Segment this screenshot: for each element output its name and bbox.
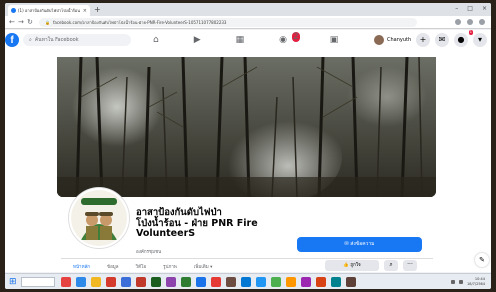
cover-photo[interactable]	[57, 57, 436, 197]
page-search-button[interactable]: ⌕	[384, 260, 398, 271]
tab-home[interactable]: หน้าหลัก	[73, 263, 90, 270]
notification-badge: 1	[468, 30, 473, 35]
tab-title: (1) อาสาป้องกันดับไฟป่าโป่งน้ำร้อน - ฝ่า…	[18, 8, 81, 13]
star-icon[interactable]	[455, 19, 461, 25]
avatar	[374, 35, 384, 45]
taskbar-app-icon[interactable]	[241, 277, 251, 287]
windows-taskbar: ⊞ 10:44 18/7/2564	[5, 273, 491, 289]
url-text: facebook.com/อาสาป้องกันดับไฟป่าโป่งน้ำร…	[52, 20, 227, 25]
search-placeholder: ค้นหาใน Facebook	[34, 37, 79, 43]
facebook-nav: ⌂ ▶ ▦ ◉ 2 ▣	[153, 32, 339, 45]
taskbar-app-icons	[61, 277, 356, 287]
create-icon[interactable]: +	[416, 33, 430, 47]
volunteer-logo-icon	[71, 190, 127, 246]
groups-badge: 2	[292, 32, 300, 42]
taskbar-app-icon[interactable]	[61, 277, 71, 287]
tab-more[interactable]: เพิ่มเติม ▾	[194, 263, 213, 270]
taskbar-app-icon[interactable]	[91, 277, 101, 287]
new-message-icon[interactable]: ✎	[475, 253, 489, 267]
maximize-button[interactable]: □	[467, 5, 473, 12]
taskbar-app-icon[interactable]	[136, 277, 146, 287]
more-options-button[interactable]: ···	[403, 260, 417, 271]
gaming-icon[interactable]: ▣	[330, 35, 339, 45]
page-title-line-1: อาสาป้องกันดับไฟป่า	[136, 207, 222, 218]
send-message-button[interactable]: ✉ ส่งข้อความ	[297, 237, 422, 252]
close-window-button[interactable]: ×	[482, 5, 487, 12]
tab-videos[interactable]: วิดีโอ	[136, 263, 147, 270]
url-field[interactable]: 🔒 facebook.com/อาสาป้องกันดับไฟป่าโป่งน้ำ…	[39, 18, 417, 27]
user-name: Chanyuth	[387, 37, 412, 43]
taskbar-app-icon[interactable]	[121, 277, 131, 287]
tab-close-icon[interactable]: ×	[83, 8, 87, 14]
page-actions: 👍 ถูกใจ ⌕ ···	[325, 260, 417, 271]
screen: (1) อาสาป้องกันดับไฟป่าโป่งน้ำร้อน - ฝ่า…	[5, 3, 491, 289]
taskbar-app-icon[interactable]	[76, 277, 86, 287]
extension-icon[interactable]	[467, 19, 473, 25]
taskbar-app-icon[interactable]	[346, 277, 356, 287]
taskbar-app-icon[interactable]	[316, 277, 326, 287]
profile-icon[interactable]	[479, 19, 485, 25]
browser-extension-icons	[455, 19, 485, 25]
page-title-line-3: VolunteerS	[136, 228, 196, 239]
facebook-favicon-icon	[11, 8, 16, 13]
watch-icon[interactable]: ▶	[194, 35, 201, 45]
window-controls: – □ ×	[455, 5, 487, 12]
browser-tab-strip: (1) อาสาป้องกันดับไฟป่าโป่งน้ำร้อน - ฝ่า…	[5, 3, 491, 16]
header-actions: + ✉ ● 1 ▾	[416, 30, 487, 47]
taskbar-app-icon[interactable]	[181, 277, 191, 287]
search-icon: ⌕	[29, 37, 32, 43]
taskbar-app-icon[interactable]	[196, 277, 206, 287]
taskbar-search[interactable]	[21, 277, 55, 287]
monitor-bezel: (1) อาสาป้องกันดับไฟป่าโป่งน้ำร้อน - ฝ่า…	[0, 0, 496, 292]
windows-start-icon[interactable]: ⊞	[9, 277, 17, 287]
messenger-icon[interactable]: ✉	[435, 33, 449, 47]
notifications-icon[interactable]: ● 1	[454, 30, 473, 47]
network-icon[interactable]	[451, 279, 456, 284]
taskbar-app-icon[interactable]	[331, 277, 341, 287]
clock-date: 18/7/2564	[467, 281, 485, 286]
page-title: อาสาป้องกันดับไฟป่า โป่งน้ำร้อน - ฝ่าย P…	[136, 207, 296, 240]
facebook-header: f ⌕ ค้นหาใน Facebook ⌂ ▶ ▦ ◉ 2 ▣ Chanyuth …	[5, 30, 491, 51]
taskbar-app-icon[interactable]	[151, 277, 161, 287]
taskbar-app-icon[interactable]	[301, 277, 311, 287]
facebook-search-input[interactable]: ⌕ ค้นหาใน Facebook	[23, 34, 131, 46]
send-message-label: ส่งข้อความ	[350, 241, 375, 247]
taskbar-app-icon[interactable]	[106, 277, 116, 287]
taskbar-app-icon[interactable]	[226, 277, 236, 287]
marketplace-icon[interactable]: ▦	[236, 35, 245, 45]
browser-tab[interactable]: (1) อาสาป้องกันดับไฟป่าโป่งน้ำร้อน - ฝ่า…	[8, 5, 90, 16]
facebook-logo-icon[interactable]: f	[5, 33, 19, 47]
taskbar-app-icon[interactable]	[271, 277, 281, 287]
tab-photos[interactable]: รูปภาพ	[163, 263, 177, 270]
taskbar-app-icon[interactable]	[256, 277, 266, 287]
minimize-button[interactable]: –	[455, 5, 458, 12]
groups-icon[interactable]: ◉ 2	[279, 32, 300, 45]
like-label: ถูกใจ	[350, 263, 361, 268]
clock[interactable]: 10:44 18/7/2564	[467, 277, 485, 286]
lock-icon: 🔒	[45, 20, 50, 25]
forest-fire-cover-image	[57, 57, 436, 197]
taskbar-app-icon[interactable]	[166, 277, 176, 287]
back-icon[interactable]: ←	[9, 18, 15, 26]
reload-icon[interactable]: ↻	[27, 18, 33, 26]
user-profile-chip[interactable]: Chanyuth	[374, 34, 411, 46]
page-tabs: หน้าหลัก ข้อมูล วิดีโอ รูปภาพ เพิ่มเติม …	[73, 263, 212, 270]
new-tab-button[interactable]: +	[94, 5, 101, 14]
page-category: องค์กรชุมชน	[136, 250, 162, 255]
volume-icon[interactable]	[459, 279, 464, 284]
system-tray: 10:44 18/7/2564	[451, 277, 485, 286]
divider	[61, 258, 433, 259]
home-icon[interactable]: ⌂	[153, 35, 159, 45]
account-menu-icon[interactable]: ▾	[473, 33, 487, 47]
address-bar-row: ← → ↻ 🔒 facebook.com/อาสาป้องกันดับไฟป่าโ…	[5, 16, 491, 29]
like-button[interactable]: 👍 ถูกใจ	[325, 260, 379, 271]
taskbar-app-icon[interactable]	[286, 277, 296, 287]
taskbar-app-icon[interactable]	[211, 277, 221, 287]
tab-about[interactable]: ข้อมูล	[107, 263, 119, 270]
page-profile-picture[interactable]	[69, 188, 129, 248]
forward-icon[interactable]: →	[18, 18, 24, 26]
